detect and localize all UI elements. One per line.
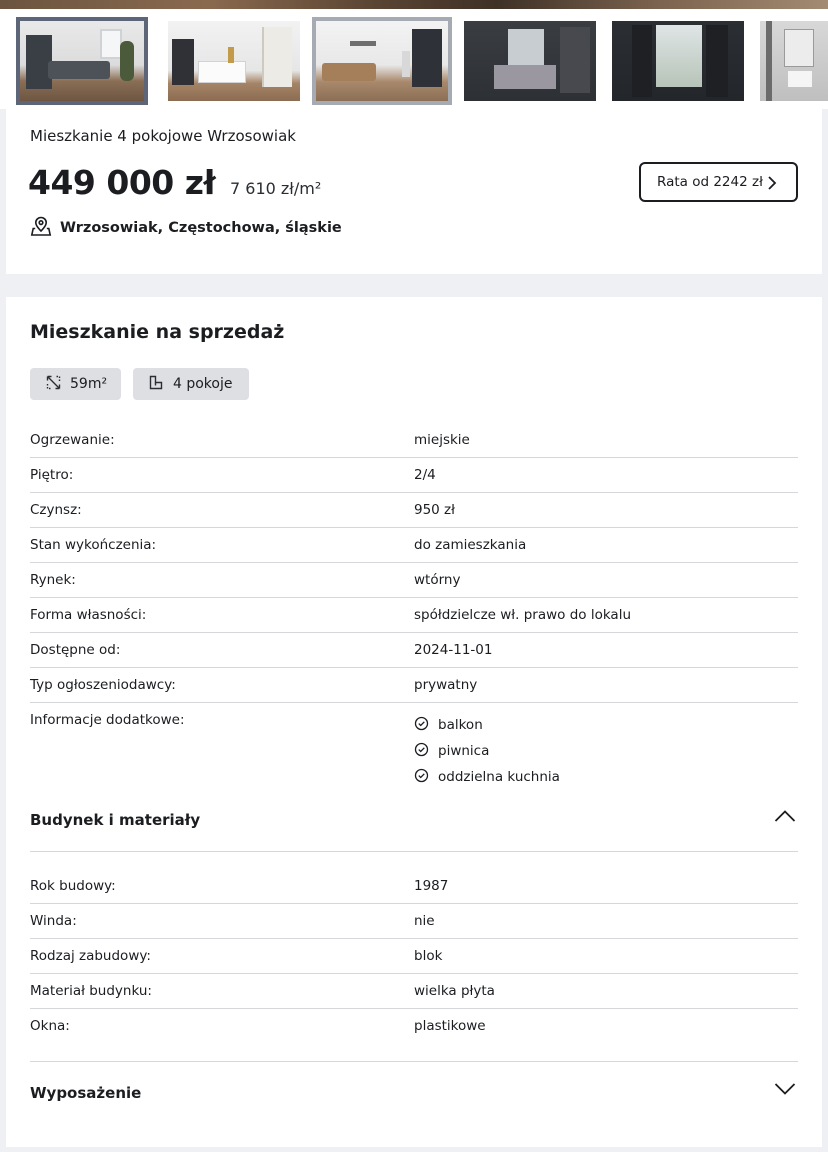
building-accordion-header[interactable]: Budynek i materiały (30, 796, 798, 846)
listing-summary-card: Mieszkanie 4 pokojowe Wrzosowiak 449 000… (6, 109, 822, 274)
detail-label: Ogrzewanie: (30, 432, 115, 448)
extra-item: balkon (414, 712, 560, 738)
building-row-windows: Okna: plastikowe (30, 1009, 798, 1044)
detail-label: Forma własności: (30, 607, 147, 623)
building-heading: Budynek i materiały (30, 811, 201, 829)
detail-label: Informacje dodatkowe: (30, 712, 185, 728)
details-table: Ogrzewanie: miejskie Piętro: 2/4 Czynsz:… (30, 423, 798, 789)
detail-label: Czynsz: (30, 502, 82, 518)
detail-value: spółdzielcze wł. prawo do lokalu (414, 607, 632, 623)
detail-row-market: Rynek: wtórny (30, 563, 798, 598)
thumbnail-strip (0, 9, 828, 109)
details-card: Mieszkanie na sprzedaż 59m² 4 pokoje Ogr… (6, 297, 822, 1147)
detail-row-ownership: Forma własności: spółdzielcze wł. prawo … (30, 598, 798, 633)
detail-value: nie (414, 913, 435, 929)
area-value: 59m² (70, 376, 108, 392)
building-row-type: Rodzaj zabudowy: blok (30, 939, 798, 974)
location-text: Wrzosowiak, Częstochowa, śląskie (60, 220, 342, 236)
feature-chips: 59m² 4 pokoje (30, 368, 249, 400)
detail-row-floor: Piętro: 2/4 (30, 458, 798, 493)
detail-label: Dostępne od: (30, 642, 121, 658)
detail-value: 2/4 (414, 467, 436, 483)
location[interactable]: Wrzosowiak, Częstochowa, śląskie (30, 215, 342, 241)
detail-value: 950 zł (414, 502, 455, 518)
extra-label: oddzielna kuchnia (438, 769, 560, 785)
detail-value: do zamieszkania (414, 537, 527, 553)
check-circle-icon (414, 742, 429, 761)
building-row-elevator: Winda: nie (30, 904, 798, 939)
rooms-value: 4 pokoje (173, 376, 233, 392)
extra-label: piwnica (438, 743, 490, 759)
check-circle-icon (414, 716, 429, 735)
detail-value: prywatny (414, 677, 478, 693)
chevron-up-icon (774, 808, 796, 827)
detail-row-available: Dostępne od: 2024-11-01 (30, 633, 798, 668)
check-circle-icon (414, 768, 429, 787)
building-table: Rok budowy: 1987 Winda: nie Rodzaj zabud… (30, 869, 798, 1044)
area-chip: 59m² (30, 368, 121, 400)
detail-label: Rok budowy: (30, 878, 116, 894)
detail-value: blok (414, 948, 443, 964)
detail-label: Stan wykończenia: (30, 537, 157, 553)
detail-label: Rodzaj zabudowy: (30, 948, 151, 964)
detail-row-rent: Czynsz: 950 zł (30, 493, 798, 528)
thumbnail-1[interactable] (16, 17, 148, 105)
installment-label: Rata od 2242 zł (657, 174, 763, 190)
detail-row-extras: Informacje dodatkowe: balkon piwnica odd… (30, 703, 798, 789)
detail-row-advertiser: Typ ogłoszeniodawcy: prywatny (30, 668, 798, 703)
extra-item: piwnica (414, 738, 560, 764)
detail-value: plastikowe (414, 1018, 486, 1034)
detail-value: wielka płyta (414, 983, 495, 999)
chevron-right-icon (766, 175, 778, 195)
equipment-accordion-header[interactable]: Wyposażenie (30, 1069, 798, 1119)
thumbnail-4[interactable] (464, 21, 596, 101)
detail-label: Rynek: (30, 572, 76, 588)
extras-list: balkon piwnica oddzielna kuchnia (414, 712, 560, 790)
detail-value: wtórny (414, 572, 461, 588)
details-heading: Mieszkanie na sprzedaż (30, 321, 285, 343)
rooms-chip: 4 pokoje (133, 368, 249, 400)
detail-label: Piętro: (30, 467, 74, 483)
building-row-year: Rok budowy: 1987 (30, 869, 798, 904)
detail-value: miejskie (414, 432, 470, 448)
thumbnail-5[interactable] (612, 21, 744, 101)
extra-label: balkon (438, 717, 483, 733)
detail-label: Materiał budynku: (30, 983, 152, 999)
chevron-down-icon (774, 1081, 796, 1100)
detail-label: Okna: (30, 1018, 70, 1034)
detail-value: 1987 (414, 878, 449, 894)
area-icon (46, 375, 61, 394)
thumbnail-6[interactable] (760, 21, 828, 101)
extra-item: oddzielna kuchnia (414, 764, 560, 790)
installment-button[interactable]: Rata od 2242 zł (639, 162, 798, 202)
detail-value: 2024-11-01 (414, 642, 493, 658)
divider (30, 1061, 798, 1062)
detail-row-heating: Ogrzewanie: miejskie (30, 423, 798, 458)
main-photo-edge[interactable] (0, 0, 828, 9)
building-row-material: Materiał budynku: wielka płyta (30, 974, 798, 1009)
detail-label: Typ ogłoszeniodawcy: (30, 677, 176, 693)
divider (30, 851, 798, 852)
thumbnail-2[interactable] (168, 21, 300, 101)
map-pin-icon (30, 215, 52, 241)
thumbnail-3[interactable] (312, 17, 452, 105)
detail-row-finish: Stan wykończenia: do zamieszkania (30, 528, 798, 563)
price-per-m2: 7 610 zł/m² (230, 179, 322, 198)
listing-title: Mieszkanie 4 pokojowe Wrzosowiak (30, 127, 296, 145)
price: 449 000 zł (28, 163, 216, 202)
detail-label: Winda: (30, 913, 77, 929)
rooms-icon (149, 375, 164, 394)
equipment-heading: Wyposażenie (30, 1084, 142, 1102)
